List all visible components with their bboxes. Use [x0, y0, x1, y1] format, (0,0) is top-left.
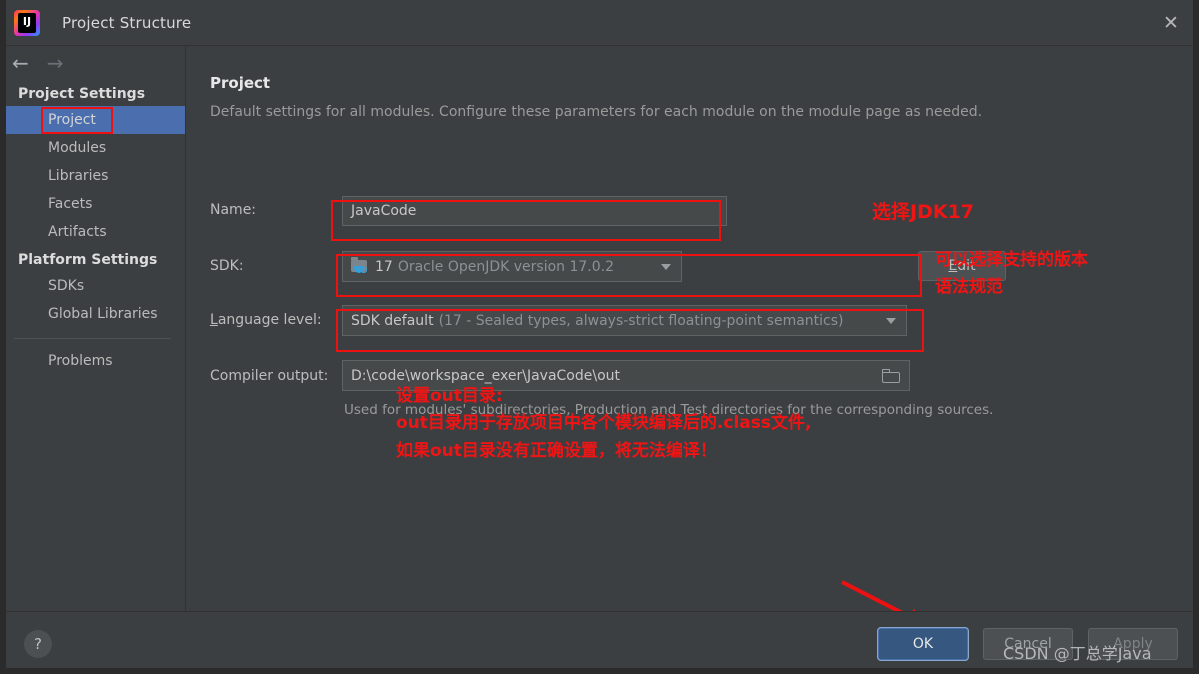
sidebar-item-label: Facets	[48, 196, 93, 212]
annotation-out-note-line2: out目录用于存放项目中各个模块编译后的.class文件,	[396, 413, 812, 433]
name-input[interactable]: JavaCode	[342, 196, 727, 226]
close-icon[interactable]: ✕	[1143, 0, 1199, 45]
sidebar-item-modules[interactable]: Modules	[0, 134, 185, 162]
sidebar-item-project[interactable]: Project	[0, 106, 185, 134]
sidebar-item-sdks[interactable]: SDKs	[0, 272, 185, 300]
compiler-output-value: D:\code\workspace_exer\JavaCode\out	[351, 367, 621, 384]
sidebar: ← → Project Settings Project Modules Lib…	[0, 46, 186, 611]
sdk-label: SDK:	[210, 258, 244, 274]
compiler-output-label: Compiler output:	[210, 368, 329, 384]
window-title: Project Structure	[62, 13, 192, 32]
window-edge-right	[1193, 0, 1199, 674]
page-title: Project	[210, 74, 271, 92]
annotation-out-note-line3: 如果out目录没有正确设置，将无法编译！	[396, 441, 717, 461]
sidebar-item-label: Problems	[48, 353, 113, 369]
intellij-idea-logo-icon	[14, 9, 40, 36]
sidebar-item-label: Artifacts	[48, 224, 107, 240]
main-panel: Project Default settings for all modules…	[187, 46, 1199, 611]
language-level-label-mnemonic: L	[210, 312, 218, 328]
watermark: CSDN @丁总学Java	[1003, 644, 1152, 663]
sidebar-divider	[14, 338, 171, 339]
project-structure-dialog: Project Structure ✕ ← → Project Settings…	[0, 0, 1199, 674]
language-level-label: Language level:	[210, 312, 322, 328]
title-bar: Project Structure ✕	[0, 0, 1199, 46]
nav-arrows: ← →	[0, 46, 185, 80]
sidebar-group-platform-settings: Platform Settings	[18, 252, 158, 268]
sidebar-group-project-settings: Project Settings	[18, 86, 146, 102]
name-input-value: JavaCode	[351, 203, 417, 219]
chevron-down-icon[interactable]	[661, 263, 671, 270]
sidebar-item-label: Modules	[48, 140, 107, 156]
ok-button[interactable]: OK	[878, 628, 968, 660]
sidebar-item-problems[interactable]: Problems	[0, 347, 185, 375]
language-level-value: SDK default	[351, 312, 434, 329]
chevron-down-icon[interactable]	[886, 317, 896, 324]
annotation-language-note-line2: 语法规范	[935, 277, 1003, 297]
sidebar-item-label: Project	[48, 112, 96, 128]
sidebar-item-global-libraries[interactable]: Global Libraries	[0, 300, 185, 328]
sidebar-item-facets[interactable]: Facets	[0, 190, 185, 218]
window-edge-left	[0, 0, 6, 674]
sdk-version: 17	[375, 258, 393, 275]
language-level-label-rest: anguage level:	[217, 312, 322, 328]
folder-browse-icon[interactable]	[882, 368, 900, 383]
sdk-description: Oracle OpenJDK version 17.0.2	[397, 258, 615, 275]
language-level-description: (17 - Sealed types, always-strict floati…	[438, 312, 844, 329]
sidebar-item-artifacts[interactable]: Artifacts	[0, 218, 185, 246]
annotation-language-note-line1: 可以选择支持的版本	[935, 250, 1088, 270]
sidebar-item-label: SDKs	[48, 278, 85, 294]
help-icon[interactable]: ?	[24, 630, 52, 658]
page-description: Default settings for all modules. Config…	[210, 104, 983, 120]
arrow-left-icon[interactable]: ←	[12, 53, 29, 73]
sidebar-item-label: Global Libraries	[48, 306, 158, 322]
sdk-combobox[interactable]: 17 Oracle OpenJDK version 17.0.2	[342, 251, 682, 282]
annotation-out-note-line1: 设置out目录:	[396, 386, 503, 406]
jdk-folder-icon	[351, 257, 368, 274]
sidebar-item-libraries[interactable]: Libraries	[0, 162, 185, 190]
name-label: Name:	[210, 202, 257, 218]
window-edge-bottom	[0, 668, 1199, 674]
language-level-combobox[interactable]: SDK default (17 - Sealed types, always-s…	[342, 305, 907, 336]
arrow-right-icon[interactable]: →	[47, 53, 64, 73]
annotation-sdk-note: 选择JDK17	[872, 201, 975, 223]
sidebar-item-label: Libraries	[48, 168, 109, 184]
